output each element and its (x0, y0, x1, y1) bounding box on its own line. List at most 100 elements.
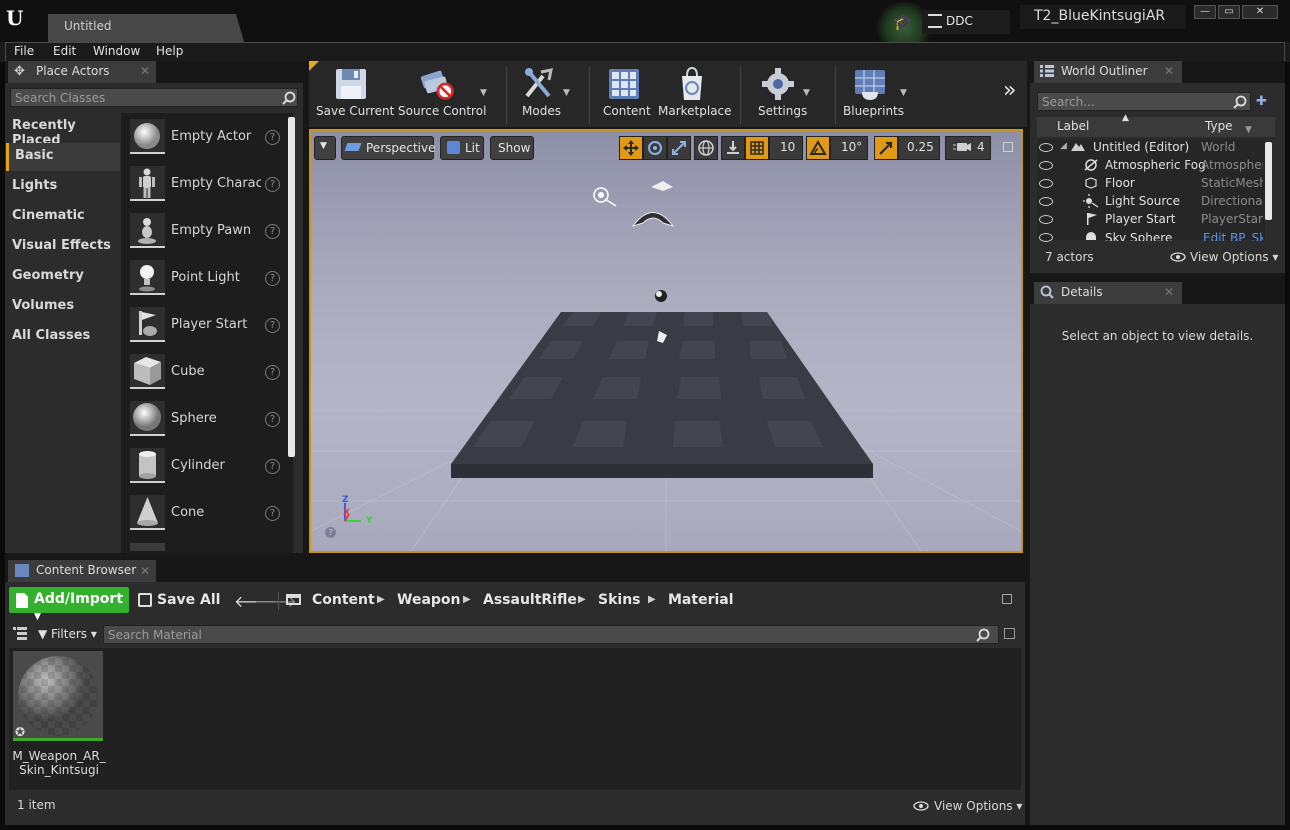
visibility-eye-icon[interactable] (1039, 161, 1053, 170)
rotation-snap-value[interactable]: 10° (830, 136, 868, 160)
rotation-snap-icon[interactable] (806, 136, 830, 160)
help-icon[interactable]: ? (265, 130, 280, 145)
viewport-options-dropdown[interactable]: ▼ (314, 136, 336, 160)
blueprints-dropdown[interactable]: ▼ (900, 88, 907, 98)
type-dropdown-icon[interactable]: ▼ (1245, 125, 1252, 135)
search-icon[interactable] (976, 628, 990, 642)
content-view-options[interactable]: View Options ▾ (934, 799, 1022, 813)
column-type[interactable]: Type (1205, 119, 1233, 133)
point-light-icon[interactable] (130, 260, 165, 295)
close-tab-icon[interactable]: ✕ (1164, 64, 1174, 78)
breadcrumb-assaultrifle[interactable]: AssaultRifle (483, 592, 577, 608)
source-control-button[interactable]: Source Control (398, 104, 486, 118)
column-label[interactable]: Label (1057, 119, 1089, 133)
actor-label[interactable]: Cone (171, 505, 261, 520)
settings-dropdown[interactable]: ▼ (803, 88, 810, 98)
sources-toggle-icon[interactable] (13, 627, 27, 640)
maximize-viewport-icon[interactable] (1003, 142, 1013, 152)
breadcrumb-skins[interactable]: Skins (598, 592, 641, 608)
world-local-icon[interactable] (694, 136, 718, 160)
blueprints-icon[interactable] (852, 66, 888, 102)
actor-label[interactable]: Empty Actor (171, 129, 261, 144)
help-icon[interactable]: ? (265, 506, 280, 521)
breadcrumb-arrow-icon[interactable]: ▶ (463, 594, 471, 605)
outliner-row-label[interactable]: Untitled (Editor) (1093, 140, 1189, 154)
save-all-button[interactable]: Save All (157, 592, 220, 608)
category-lights[interactable]: Lights (6, 173, 120, 201)
translate-tool-icon[interactable] (619, 136, 643, 160)
outliner-row-label[interactable]: Light Source (1105, 194, 1180, 208)
actor-label[interactable]: Cube (171, 364, 261, 379)
content-browser-tab[interactable]: Content Browser (8, 560, 156, 582)
breadcrumb-arrow-icon[interactable]: ▶ (377, 594, 385, 605)
save-current-button[interactable]: Save Current (316, 104, 394, 118)
category-basic[interactable]: Basic (6, 143, 120, 171)
menu-help[interactable]: Help (156, 44, 183, 60)
lock-icon[interactable] (1002, 594, 1012, 604)
modes-button[interactable]: Modes (522, 104, 561, 118)
search-material-input[interactable]: Search Material (103, 625, 999, 644)
menu-file[interactable]: File (14, 44, 34, 60)
breadcrumb-content[interactable]: Content (312, 592, 375, 608)
scale-snap-value[interactable]: 0.25 (898, 136, 940, 160)
grid-snap-value[interactable]: 10 (769, 136, 803, 160)
place-actors-tab[interactable]: Place Actors (8, 61, 156, 83)
help-icon[interactable]: ? (265, 318, 280, 333)
actor-label[interactable]: Player Start (171, 317, 261, 332)
help-icon[interactable]: ? (265, 365, 280, 380)
actor-label[interactable]: Empty Character (171, 176, 261, 191)
help-icon[interactable]: ? (265, 459, 280, 474)
sphere-icon[interactable] (130, 401, 165, 436)
help-icon[interactable]: ? (265, 412, 280, 427)
help-icon[interactable]: ? (265, 177, 280, 192)
menu-window[interactable]: Window (93, 44, 140, 60)
empty-actor-icon[interactable] (130, 119, 165, 154)
modes-icon[interactable] (521, 66, 557, 102)
visibility-eye-icon[interactable] (1039, 143, 1053, 152)
category-all-classes[interactable]: All Classes (6, 323, 120, 351)
outliner-row-label[interactable]: Atmospheric Fog (1105, 158, 1206, 172)
grid-snap-icon[interactable] (745, 136, 769, 160)
cone-icon[interactable] (130, 495, 165, 530)
cube-icon[interactable] (130, 354, 165, 389)
breadcrumb-arrow-icon[interactable]: ▶ (648, 594, 656, 605)
outliner-row-label[interactable]: Player Start (1105, 212, 1175, 226)
settings-icon[interactable] (760, 66, 796, 102)
breadcrumb-weapon[interactable]: Weapon (397, 592, 461, 608)
close-tab-icon[interactable]: ✕ (140, 564, 150, 578)
save-search-icon[interactable] (1004, 628, 1015, 639)
close-tab-icon[interactable]: ✕ (1164, 285, 1174, 299)
breadcrumb-arrow-icon[interactable]: ▶ (578, 594, 586, 605)
empty-pawn-icon[interactable] (130, 213, 165, 248)
actor-label[interactable]: Sphere (171, 411, 261, 426)
search-icon[interactable] (1233, 95, 1247, 109)
visibility-eye-icon[interactable] (1039, 197, 1053, 206)
player-start-icon[interactable] (130, 307, 165, 342)
asset-name[interactable]: M_Weapon_AR_Skin_Kintsugi (10, 749, 108, 777)
source-control-icon[interactable] (420, 66, 456, 102)
actor-label[interactable]: Point Light (171, 270, 261, 285)
content-button[interactable]: Content (603, 104, 651, 118)
outliner-row-label[interactable]: Sky Sphere (1105, 231, 1172, 241)
actor-label[interactable]: Cylinder (171, 458, 261, 473)
details-tab[interactable]: Details (1034, 282, 1182, 304)
graduation-cap-icon[interactable]: 🎓 (893, 12, 915, 32)
viewport-help-icon[interactable]: ? (325, 527, 336, 538)
scale-snap-icon[interactable] (874, 136, 898, 160)
visibility-eye-icon[interactable] (1039, 179, 1053, 188)
settings-button[interactable]: Settings (758, 104, 807, 118)
category-cinematic[interactable]: Cinematic (6, 203, 120, 231)
surface-snap-icon[interactable] (721, 136, 745, 160)
show-button[interactable]: Show (490, 136, 534, 160)
save-icon[interactable] (333, 66, 369, 102)
empty-character-icon[interactable] (130, 166, 165, 201)
document-tab[interactable]: Untitled (48, 14, 244, 42)
breadcrumb-material[interactable]: Material (668, 592, 734, 608)
expand-arrow-icon[interactable]: ◢ (1060, 141, 1067, 151)
category-visual-effects[interactable]: Visual Effects (6, 233, 120, 261)
visibility-eye-icon[interactable] (1039, 215, 1053, 224)
help-icon[interactable]: ? (265, 271, 280, 286)
close-tab-icon[interactable]: ✕ (140, 64, 150, 78)
filters-button[interactable]: ▼ Filters ▾ (38, 627, 97, 641)
unreal-logo-icon[interactable]: U (6, 6, 30, 30)
